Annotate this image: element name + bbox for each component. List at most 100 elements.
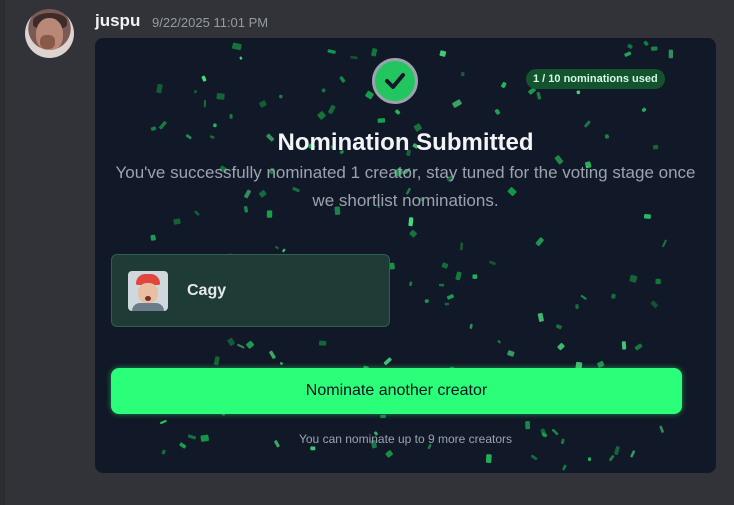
confetti-piece — [201, 75, 207, 82]
confetti-piece — [668, 49, 673, 59]
channel-edge — [0, 0, 5, 505]
confetti-piece — [269, 350, 276, 359]
confetti-piece — [160, 419, 167, 425]
confetti-piece — [339, 76, 346, 83]
confetti-piece — [535, 237, 544, 247]
confetti-piece — [385, 450, 393, 458]
confetti-piece — [203, 99, 206, 108]
confetti-piece — [444, 302, 450, 306]
confetti-piece — [383, 357, 392, 366]
confetti-piece — [161, 449, 166, 455]
nomination-card: 1 / 10 nominations used Nomination Submi… — [95, 38, 716, 473]
confetti-piece — [641, 107, 647, 113]
nominee-name: Cagy — [187, 282, 227, 299]
confetti-piece — [609, 455, 615, 462]
nominee-card: Cagy — [111, 254, 390, 327]
confetti-piece — [497, 340, 501, 344]
confetti-piece — [156, 83, 163, 94]
avatar-hand — [40, 35, 55, 49]
confetti-piece — [446, 294, 454, 300]
confetti-piece — [643, 40, 649, 46]
avatar-shirt — [132, 303, 164, 311]
confetti-piece — [327, 49, 336, 54]
confetti-piece — [611, 293, 616, 299]
confetti-piece — [213, 356, 220, 366]
confetti-piece — [455, 271, 462, 281]
confetti-piece — [472, 274, 478, 279]
confetti-piece — [650, 300, 658, 309]
confetti-piece — [469, 323, 473, 329]
confetti-piece — [536, 91, 542, 100]
confetti-piece — [634, 343, 643, 351]
confetti-piece — [227, 337, 235, 346]
confetti-piece — [525, 421, 531, 430]
message-username[interactable]: juspu — [95, 11, 140, 31]
confetti-piece — [621, 341, 627, 350]
confetti-piece — [365, 90, 374, 100]
confetti-piece — [371, 48, 378, 57]
confetti-piece — [439, 50, 447, 57]
confetti-piece — [377, 118, 386, 123]
confetti-piece — [380, 414, 386, 419]
confetti-piece — [310, 446, 316, 451]
nominate-another-button[interactable]: Nominate another creator — [111, 368, 682, 414]
nominations-usage-badge: 1 / 10 nominations used — [526, 69, 665, 89]
confetti-piece — [317, 111, 326, 120]
confetti-piece — [597, 360, 605, 368]
confetti-piece — [424, 299, 429, 304]
confetti-piece — [321, 88, 326, 93]
card-subtitle: You've successfully nominated 1 creator,… — [115, 163, 696, 210]
confetti-piece — [282, 248, 286, 253]
confetti-piece — [562, 464, 567, 471]
confetti-piece — [239, 56, 243, 60]
confetti-piece — [441, 262, 449, 269]
user-avatar[interactable] — [25, 9, 74, 58]
confetti-piece — [460, 242, 464, 251]
confetti-piece — [318, 340, 327, 346]
confetti-piece — [588, 457, 592, 462]
confetti-piece — [216, 92, 225, 100]
checkmark-icon — [385, 73, 405, 89]
card-title: Nomination Submitted — [277, 129, 534, 156]
confetti-piece — [537, 312, 544, 322]
confetti-piece — [557, 342, 565, 351]
confetti-piece — [500, 81, 507, 89]
confetti-piece — [580, 294, 587, 300]
confetti-piece — [655, 278, 661, 285]
confetti-piece — [408, 217, 414, 227]
confetti-piece — [259, 100, 267, 108]
confetti-piece — [485, 454, 492, 463]
confetti-piece — [584, 120, 591, 128]
confetti-piece — [624, 51, 632, 57]
confetti-piece — [246, 340, 255, 349]
confetti-piece — [409, 281, 413, 287]
success-badge — [372, 58, 418, 104]
nominee-avatar — [128, 271, 168, 311]
confetti-piece — [461, 72, 465, 77]
confetti-piece — [328, 104, 336, 115]
confetti-piece — [494, 108, 501, 115]
confetti-piece — [452, 99, 462, 108]
message-timestamp: 9/22/2025 11:01 PM — [152, 15, 269, 30]
confetti-piece — [279, 94, 283, 99]
confetti-piece — [629, 274, 638, 283]
confetti-piece — [630, 450, 636, 458]
confetti-piece — [193, 89, 198, 94]
confetti-piece — [614, 446, 620, 456]
confetti-piece — [150, 234, 156, 241]
confetti-piece — [507, 350, 515, 357]
confetti-piece — [489, 260, 496, 266]
confetti-piece — [173, 218, 181, 225]
remaining-nominations-note: You can nominate up to 9 more creators — [298, 432, 513, 446]
confetti-piece — [576, 90, 581, 95]
avatar-mouth — [145, 296, 151, 301]
confetti-piece — [530, 454, 538, 461]
confetti-piece — [237, 343, 245, 349]
confetti-piece — [350, 55, 358, 60]
confetti-piece — [627, 43, 633, 49]
confetti-piece — [555, 324, 562, 330]
confetti-piece — [409, 229, 417, 238]
confetti-piece — [213, 123, 217, 128]
confetti-piece — [279, 361, 283, 366]
confetti-piece — [275, 245, 279, 250]
